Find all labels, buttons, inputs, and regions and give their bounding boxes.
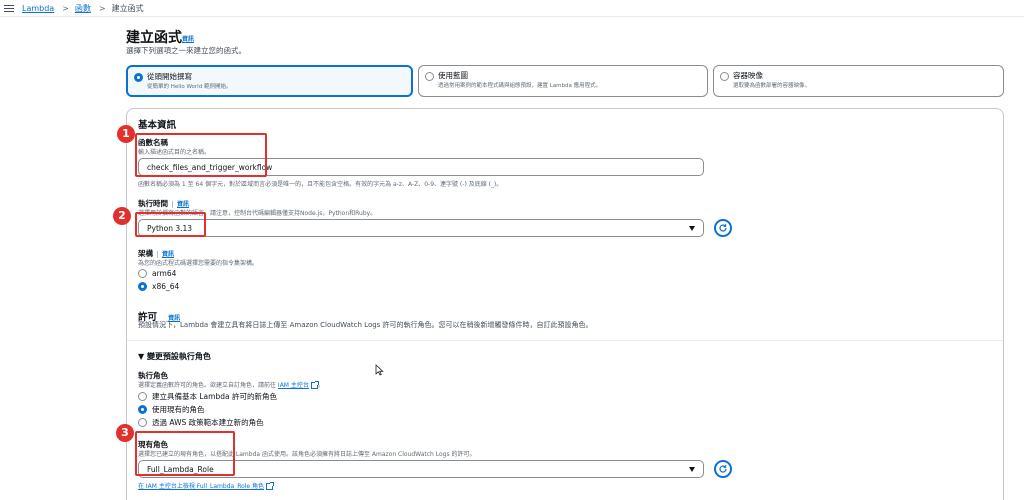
external-link-icon: [310, 381, 319, 389]
iam-console-link[interactable]: IAM 主控台: [278, 382, 309, 389]
separator: [172, 200, 173, 208]
exec-role-desc: 選擇定義函數許可的角色。欲建立自訂角色，請前往 IAM 主控台。: [138, 380, 324, 389]
option-title: 從頭開始撰寫: [147, 72, 192, 81]
option-title: 使用藍圖: [438, 71, 468, 80]
divider: [127, 340, 1003, 341]
radio-container-image[interactable]: [720, 72, 729, 81]
chevron-right-icon: >: [62, 3, 69, 13]
role-option-new-basic[interactable]: 建立具備基本 Lambda 許可的新角色: [138, 391, 277, 402]
breadcrumb-current: 建立函式: [111, 3, 144, 13]
option-author-from-scratch[interactable]: 從頭開始撰寫 從簡單的 Hello World 範例開始。: [126, 65, 413, 97]
mouse-cursor-icon: [375, 364, 384, 376]
refresh-runtime-button[interactable]: [714, 219, 732, 237]
breadcrumb-lambda-link[interactable]: Lambda: [22, 4, 54, 13]
menu-icon[interactable]: [4, 4, 14, 12]
role-option-label: 建立具備基本 Lambda 許可的新角色: [152, 392, 277, 401]
option-use-blueprint[interactable]: 使用藍圖 透過常用案例的範本程式碼與組態預設，建置 Lambda 應用程式。: [418, 65, 708, 97]
view-role-in-iam-link[interactable]: 在 IAM 主控台上檢視 Full_Lambda_Role 角色: [138, 483, 264, 490]
arch-option-x86_64[interactable]: x86_64: [138, 282, 179, 291]
refresh-icon: [719, 465, 727, 473]
option-title: 容器映像: [733, 71, 763, 80]
architecture-label: 架構: [138, 249, 153, 258]
external-link-icon: [266, 482, 275, 490]
runtime-info-link[interactable]: 資訊: [177, 201, 189, 208]
annotation-badge-2: 2: [113, 207, 131, 225]
radio-policy-template-role[interactable]: [138, 418, 147, 427]
page-subtitle: 選擇下列選項之一來建立您的函式。: [126, 46, 246, 55]
arch-option-arm64[interactable]: arm64: [138, 269, 176, 278]
radio-new-basic-role[interactable]: [138, 392, 147, 401]
annotation-badge-3: 3: [116, 424, 134, 442]
breadcrumb-functions-link[interactable]: 函數: [75, 3, 91, 14]
radio-x86_64[interactable]: [138, 282, 147, 291]
iam-view-role-row: 在 IAM 主控台上檢視 Full_Lambda_Role 角色: [138, 481, 275, 490]
separator: [157, 250, 158, 258]
option-desc: 透過常用案例的範本程式碼與組態預設，建置 Lambda 應用程式。: [438, 83, 602, 89]
page-info-link[interactable]: 資訊: [182, 34, 194, 43]
refresh-roles-button[interactable]: [714, 460, 732, 478]
refresh-icon: [719, 224, 727, 232]
runtime-label: 執行時間: [138, 199, 168, 208]
top-navigation-bar: Lambda > 函數 > 建立函式: [0, 0, 1024, 17]
radio-author-from-scratch[interactable]: [134, 73, 143, 82]
page-title: 建立函式: [126, 30, 182, 46]
role-option-label: 透過 AWS 政策範本建立新的角色: [152, 418, 264, 427]
option-desc: 選取要為函數部署的容器映像。: [733, 83, 811, 89]
chevron-right-icon: >: [98, 3, 106, 13]
architecture-info-link[interactable]: 資訊: [162, 251, 174, 258]
option-container-image[interactable]: 容器映像 選取要為函數部署的容器映像。: [713, 65, 1004, 97]
caret-down-icon: [689, 467, 695, 472]
runtime-select[interactable]: Python 3.13: [138, 219, 704, 237]
function-name-hint: 函數名稱必須為 1 至 64 個字元，對於區域而言必須是唯一的，且不能包含空格。…: [138, 181, 503, 188]
arch-option-label: arm64: [152, 269, 177, 278]
annotation-badge-1: 1: [117, 125, 135, 143]
highlight-function-name: [135, 133, 267, 177]
highlight-runtime: [135, 212, 206, 237]
role-option-label: 使用現有的角色: [152, 405, 205, 414]
arch-option-label: x86_64: [152, 282, 180, 291]
role-option-policy-template[interactable]: 透過 AWS 政策範本建立新的角色: [138, 417, 264, 428]
option-desc: 從簡單的 Hello World 範例開始。: [147, 84, 232, 90]
radio-arm64[interactable]: [138, 269, 147, 278]
radio-existing-role[interactable]: [138, 405, 147, 414]
permissions-desc: 預設情況下，Lambda 會建立具有將日誌上傳至 Amazon CloudWat…: [138, 321, 593, 329]
role-option-existing[interactable]: 使用現有的角色: [138, 404, 205, 415]
exec-role-desc-text: 選擇定義函數許可的角色。欲建立自訂角色，請前往: [138, 382, 278, 389]
basic-info-heading: 基本資訊: [138, 120, 177, 131]
highlight-existing-role: [135, 431, 235, 476]
architecture-desc: 為您的函式程式碼選擇您需要的指令集架構。: [138, 260, 259, 267]
change-role-toggle[interactable]: ▼ 變更預設執行角色: [138, 351, 211, 362]
radio-use-blueprint[interactable]: [425, 72, 434, 81]
caret-down-icon: [689, 226, 695, 231]
